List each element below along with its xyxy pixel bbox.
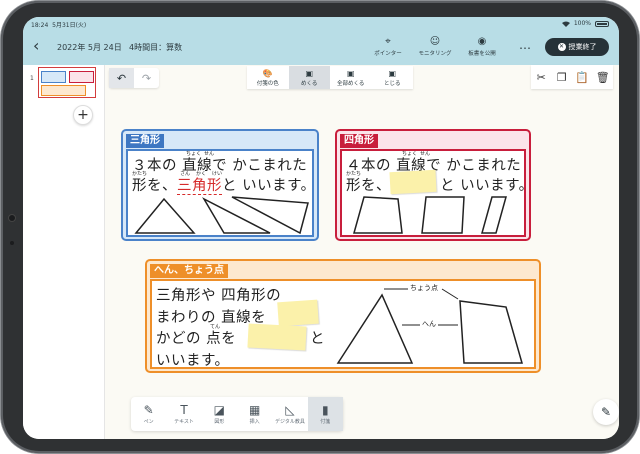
flip-button[interactable]: ▣ めくる (288, 66, 330, 89)
undo-redo-group: ↶ ↷ (109, 68, 159, 88)
monitoring-icon: ☺ (429, 36, 441, 47)
pointer-button[interactable]: ⌖ ポインター (365, 36, 411, 57)
app-header: ‹ 2022年 5月 24日 4時間目：算数 ⌖ ポインター ☺ モニタリング … (23, 30, 619, 65)
sticky-tool[interactable]: ▮ 付箋 (307, 397, 343, 431)
triangle-line-2b: と いいます。 (222, 178, 316, 194)
sticky-label: 付箋 (320, 419, 331, 425)
edges-diagram (336, 288, 523, 364)
square-line-2b: と いいます。 (440, 178, 534, 194)
sticky-note[interactable] (389, 169, 437, 195)
sticky-toolbar: 🎨 付箋の色 ▣ めくる ▣ 全部めくる ▣ とじる (247, 66, 413, 89)
edges-line-1: 三角形や 四角形の (156, 288, 282, 304)
triangle-tag: 三角形 (126, 134, 164, 148)
trash-icon[interactable]: 🗑 (593, 65, 614, 89)
close-circle-icon: ✕ (557, 43, 566, 51)
flip-all-button[interactable]: ▣ 全部めくる (330, 66, 372, 89)
edges-card[interactable]: へん、ちょう点 三角形や 四角形の まわりの 直線を てん かどの 点を と い… (145, 259, 541, 373)
square-content: ちょく せん ４本の 直線で かこまれた かたち 形を、 と いいます。 (340, 149, 533, 237)
edges-tag: へん、ちょう点 (150, 264, 228, 278)
monitoring-label: モニタリング (418, 51, 452, 57)
device-bezel: 18:24 5月31日(火) 100% ‹ 2022年 5月 24日 4時間目：… (1, 1, 639, 453)
eye-icon: ◉ (477, 36, 487, 47)
page-thumbnail-panel: 1 + (23, 65, 105, 439)
plus-icon[interactable]: + (73, 105, 93, 125)
publish-board-button[interactable]: ◉ 板書を公開 (459, 36, 505, 57)
close-sticky-icon: ▣ (388, 69, 397, 78)
battery-percent: 100% (573, 20, 591, 27)
triangle-content: ちょく せん ３本の 直線で かこまれた かたち さん かく けい 形を、三角形… (126, 149, 316, 237)
redo-icon[interactable]: ↷ (134, 68, 159, 88)
wifi-icon (561, 21, 570, 27)
pointer-icon: ⌖ (385, 36, 391, 47)
flip-all-label: 全部めくる (337, 81, 365, 87)
scissors-icon[interactable]: ✂ (531, 65, 552, 89)
pen-tool[interactable]: ✎ ペン (131, 397, 166, 431)
shapes-tool[interactable]: ◪ 図形 (202, 397, 237, 431)
shapes-label: 図形 (214, 419, 225, 425)
triangle-line-2a: 形を、 (132, 178, 177, 194)
edges-content: 三角形や 四角形の まわりの 直線を てん かどの 点を と いいます。 ちょう… (150, 279, 536, 369)
undo-icon[interactable]: ↶ (109, 68, 134, 88)
page-number: 1 (30, 75, 34, 82)
lesson-period: 4時間目：算数 (129, 43, 183, 52)
status-date: 5月31日(火) (52, 22, 87, 29)
screen: 18:24 5月31日(火) 100% ‹ 2022年 5月 24日 4時間目：… (23, 17, 619, 439)
square-tag: 四角形 (340, 134, 378, 148)
edit-toolbar: ✂ ❐ 📋 🗑 (531, 65, 613, 89)
status-bar: 18:24 5月31日(火) 100% (23, 17, 619, 30)
camera-dot (9, 215, 15, 221)
battery-icon (595, 20, 609, 27)
edges-line-3a: かどの 点を (156, 331, 237, 347)
square-card[interactable]: 四角形 ちょく せん ４本の 直線で かこまれた かたち 形を、 と いいます。 (335, 129, 533, 241)
end-class-label: 授業終了 (568, 43, 597, 51)
more-icon[interactable]: … (519, 38, 532, 52)
status-time: 18:24 (31, 22, 49, 29)
digital-tools-label: デジタル教具 (275, 419, 305, 425)
palette-icon: 🎨 (262, 69, 273, 78)
end-class-button[interactable]: ✕ 授業終了 (545, 38, 609, 56)
flip-icon: ▣ (305, 69, 314, 78)
edges-line-4: いいます。 (156, 353, 230, 369)
ruler-icon: ◺ (285, 403, 295, 417)
pen-icon: ✎ (143, 403, 154, 417)
copy-icon[interactable]: ❐ (552, 65, 573, 89)
monitoring-button[interactable]: ☺ モニタリング (412, 36, 458, 57)
close-sticky-button[interactable]: ▣ とじる (372, 66, 414, 89)
paste-icon[interactable]: 📋 (572, 65, 593, 89)
note-icon[interactable]: ✎ (593, 399, 619, 425)
square-line-2a: 形を、 (346, 178, 391, 194)
lesson-date: 2022年 5月 24日 (57, 43, 122, 52)
chevron-left-icon[interactable]: ‹ (33, 38, 39, 54)
flip-label: めくる (301, 81, 318, 87)
insert-tool[interactable]: ▦ 挿入 (237, 397, 272, 431)
text-tool[interactable]: T テキスト (166, 397, 201, 431)
square-shapes (353, 196, 507, 234)
digital-tools[interactable]: ◺ デジタル教具 (272, 397, 307, 431)
image-icon: ▦ (248, 403, 261, 417)
sticky-note[interactable] (277, 299, 319, 327)
shapes-icon: ◪ (213, 403, 225, 417)
sensor-dot (10, 241, 14, 245)
edges-line-3b: と (310, 331, 325, 347)
publish-board-label: 板書を公開 (468, 51, 496, 57)
page-thumbnail[interactable] (38, 67, 96, 98)
insert-label: 挿入 (249, 419, 260, 425)
triangle-shapes (134, 196, 309, 235)
pointer-label: ポインター (374, 51, 402, 57)
bottom-toolbar: ✎ ペン T テキスト ◪ 図形 ▦ 挿入 ◺ デジタル教具 ▮ 付箋 (131, 397, 343, 431)
pen-label: ペン (143, 419, 154, 425)
sticky-color-label: 付箋の色 (256, 81, 279, 87)
bookmark-icon: ▮ (322, 403, 329, 417)
sticky-note[interactable] (247, 323, 307, 351)
text-icon: T (180, 403, 188, 417)
text-label: テキスト (174, 419, 194, 425)
close-sticky-label: とじる (383, 81, 401, 87)
sticky-color-button[interactable]: 🎨 付箋の色 (247, 66, 289, 89)
whiteboard-canvas[interactable]: ↶ ↷ 🎨 付箋の色 ▣ めくる ▣ 全部めくる ▣ とじる ✂ ❐ 📋 🗑 三… (105, 65, 619, 439)
triangle-card[interactable]: 三角形 ちょく せん ３本の 直線で かこまれた かたち さん かく けい 形を… (121, 129, 319, 241)
flip-all-icon: ▣ (346, 69, 355, 78)
